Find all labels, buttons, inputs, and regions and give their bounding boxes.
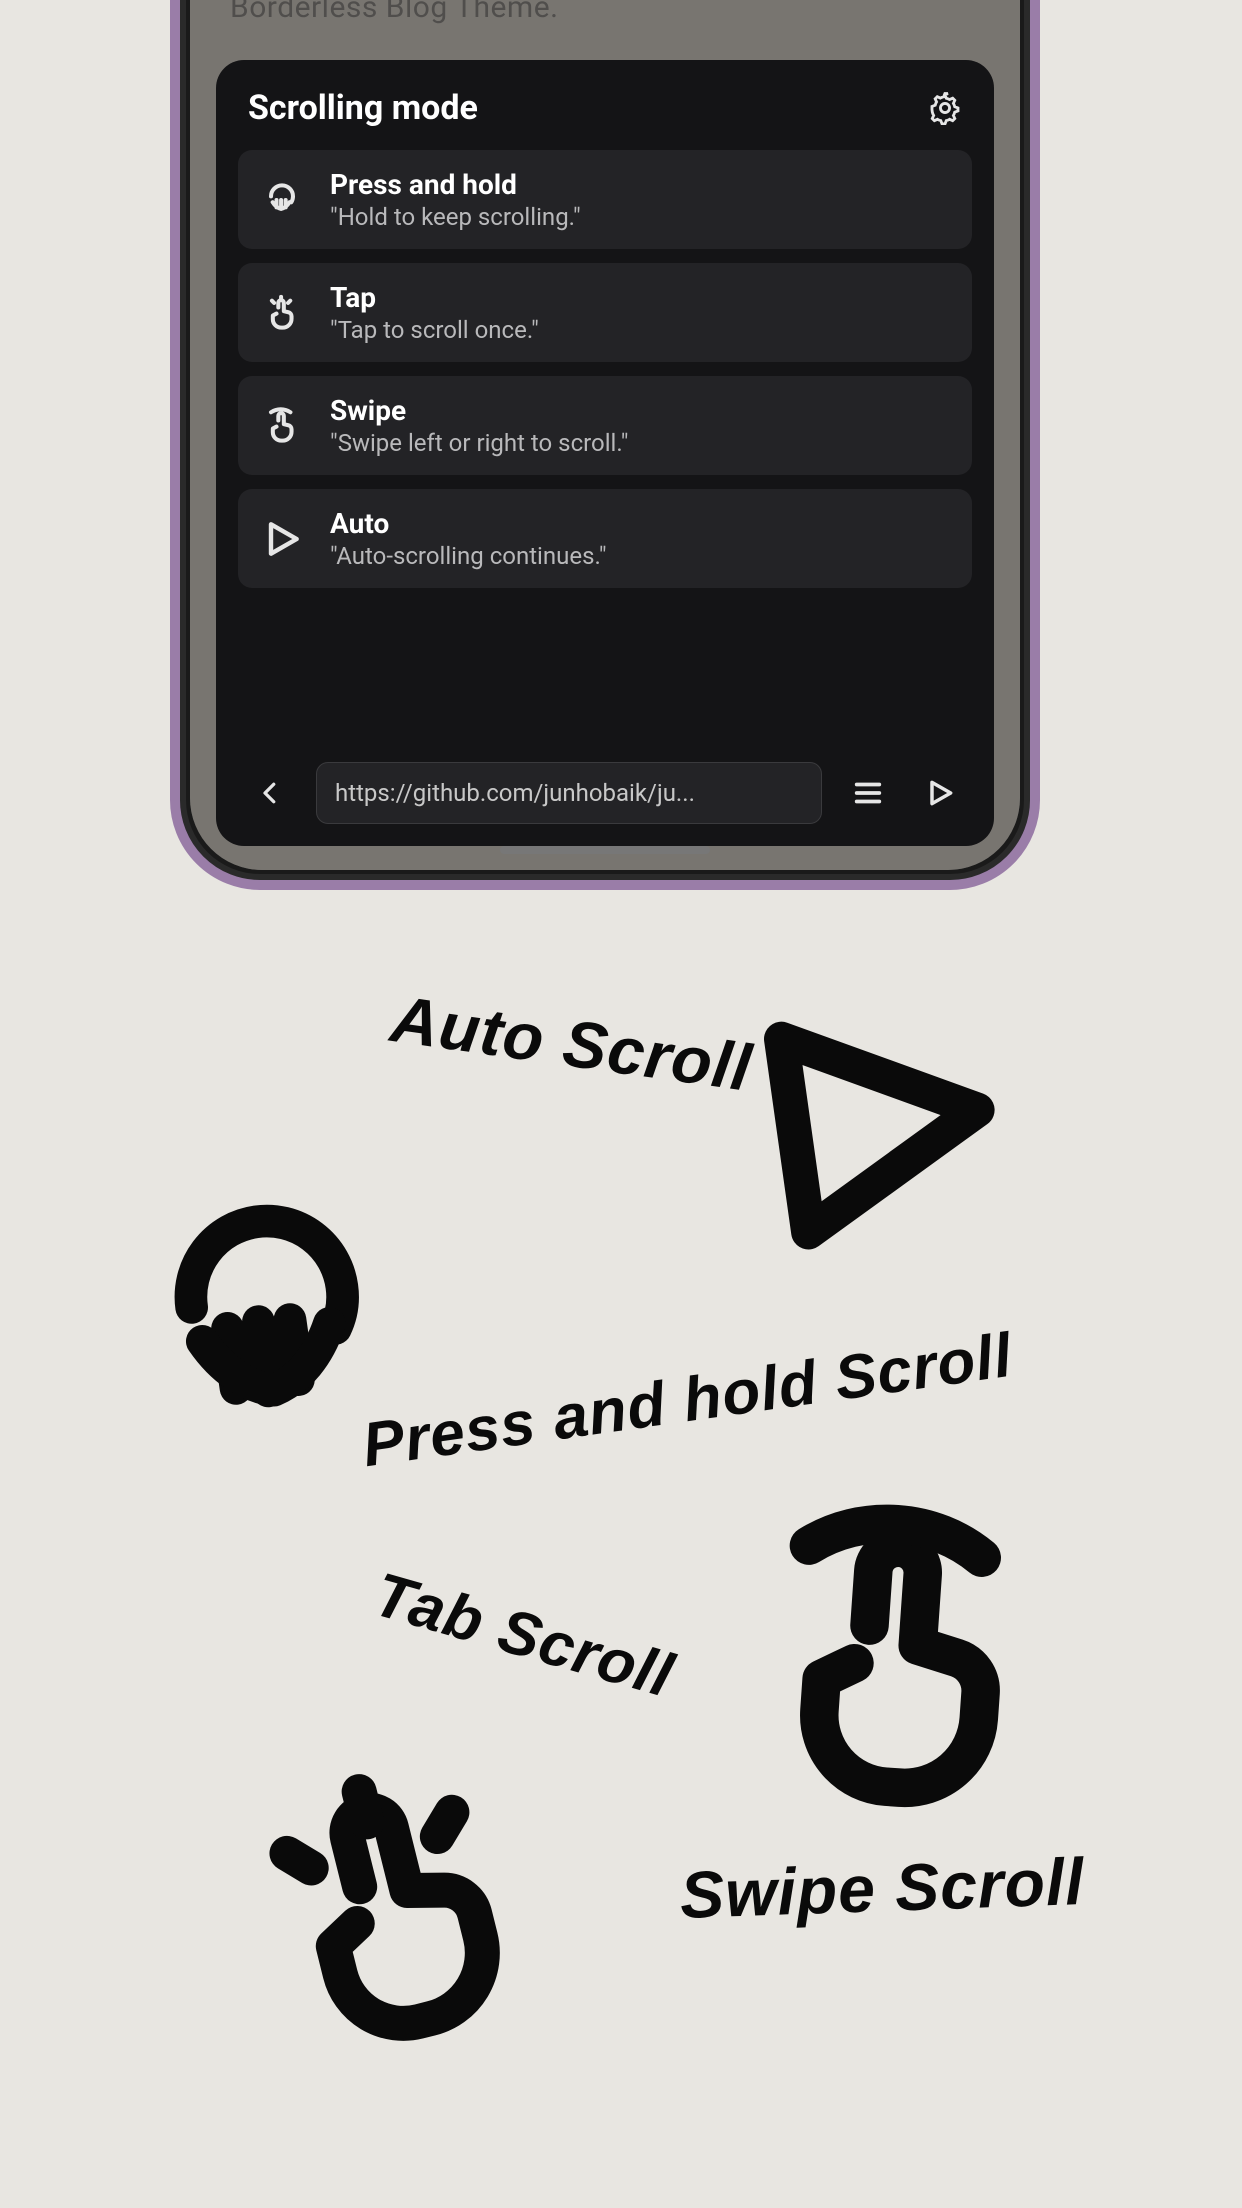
mode-title: Press and hold	[330, 168, 581, 201]
menu-button[interactable]	[842, 767, 894, 819]
mode-auto[interactable]: Auto "Auto-scrolling continues."	[238, 489, 972, 588]
play-icon	[260, 517, 304, 561]
tap-icon	[260, 291, 304, 335]
mode-desc: "Hold to keep scrolling."	[330, 203, 581, 231]
label-auto-scroll: Auto Scroll	[386, 980, 756, 1106]
mode-desc: "Auto-scrolling continues."	[330, 542, 607, 570]
label-swipe-scroll: Swipe Scroll	[679, 1843, 1086, 1933]
gear-icon[interactable]	[928, 91, 962, 125]
mode-title: Auto	[330, 507, 607, 540]
swipe-icon	[719, 1479, 1071, 1831]
mode-desc: "Tap to scroll once."	[330, 316, 539, 344]
play-button[interactable]	[914, 767, 966, 819]
mode-desc: "Swipe left or right to scroll."	[330, 429, 628, 457]
phone-frame: Borderless Blog Theme. Scrolling mode	[170, 0, 1040, 890]
label-tab-scroll: Tab Scroll	[366, 1559, 681, 1712]
press-hold-icon	[260, 178, 304, 222]
mode-swipe[interactable]: Swipe "Swipe left or right to scroll."	[238, 376, 972, 475]
scrolling-mode-panel: Scrolling mode	[216, 60, 994, 846]
play-icon	[723, 978, 1017, 1272]
phone-screen: Borderless Blog Theme. Scrolling mode	[190, 0, 1020, 870]
bottom-toolbar: https://github.com/junhobaik/ju...	[238, 762, 972, 824]
mode-title: Tap	[330, 281, 539, 314]
panel-header: Scrolling mode	[238, 88, 972, 150]
back-button[interactable]	[244, 767, 296, 819]
mode-list: Press and hold "Hold to keep scrolling."…	[238, 150, 972, 738]
mode-press-hold[interactable]: Press and hold "Hold to keep scrolling."	[238, 150, 972, 249]
mode-tap[interactable]: Tap "Tap to scroll once."	[238, 263, 972, 362]
label-press-scroll: Press and hold Scroll	[358, 1320, 1016, 1481]
home-indicator	[500, 846, 710, 854]
url-bar[interactable]: https://github.com/junhobaik/ju...	[316, 762, 822, 824]
panel-title: Scrolling mode	[248, 88, 478, 128]
tap-icon	[208, 1723, 572, 2087]
swipe-icon	[260, 404, 304, 448]
press-hold-icon	[112, 1162, 428, 1478]
mode-title: Swipe	[330, 394, 628, 427]
